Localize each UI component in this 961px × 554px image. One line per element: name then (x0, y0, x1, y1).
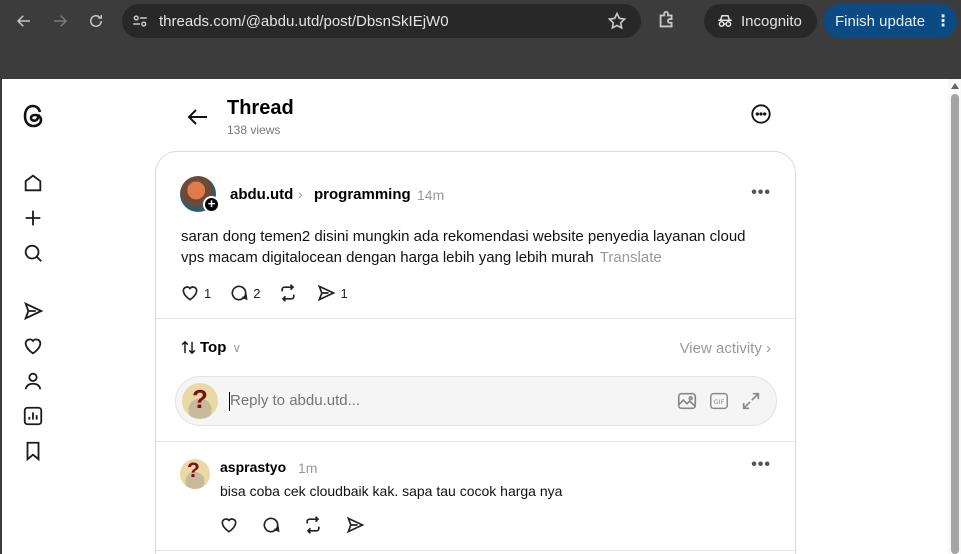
view-count: 138 views (227, 123, 281, 137)
send-icon (318, 284, 336, 302)
avatar-question-icon: ? (187, 459, 200, 482)
page-title: Thread (227, 97, 294, 119)
profile-icon[interactable] (22, 370, 46, 394)
divider (156, 550, 795, 551)
share-button[interactable]: 1 (316, 283, 348, 303)
sort-label: Top (200, 339, 227, 356)
back-arrow-icon[interactable] (186, 105, 210, 129)
insights-chart-icon[interactable] (22, 405, 46, 429)
comment-username[interactable]: asprastyo (220, 459, 286, 475)
incognito-label: Incognito (741, 12, 802, 30)
heart-icon[interactable] (22, 335, 46, 359)
finish-update-button[interactable]: Finish update ⋮ (823, 4, 957, 38)
chevron-right-icon: › (766, 340, 771, 357)
site-settings-icon[interactable] (131, 12, 149, 30)
scrollbar[interactable] (948, 79, 961, 554)
divider (156, 441, 795, 442)
reload-icon[interactable] (83, 8, 109, 34)
browser-chrome: threads.com/@abdu.utd/post/DbsnSkIEjW0 I… (0, 0, 961, 79)
post-topic[interactable]: programming (314, 186, 411, 203)
send-icon[interactable] (22, 300, 46, 324)
incognito-icon (718, 15, 732, 27)
sort-arrows-icon (181, 340, 196, 355)
create-plus-icon[interactable] (22, 207, 46, 231)
comment-icon[interactable] (261, 515, 281, 535)
bookmark-icon[interactable] (22, 440, 46, 464)
avatar-question-icon: ? (192, 384, 208, 414)
left-nav-rail (2, 79, 68, 554)
incognito-button[interactable]: Incognito (704, 4, 817, 38)
share-count: 1 (340, 285, 348, 301)
thread-header: Thread 138 views (172, 93, 792, 143)
divider (156, 318, 795, 319)
scroll-thumb[interactable] (951, 94, 959, 554)
home-icon[interactable] (22, 172, 46, 196)
post-time[interactable]: 14m (417, 187, 444, 203)
reply-input[interactable] (230, 392, 650, 409)
browser-toolbar: threads.com/@abdu.utd/post/DbsnSkIEjW0 I… (0, 0, 961, 42)
extensions-puzzle-icon[interactable] (656, 9, 678, 31)
finish-update-label: Finish update (835, 12, 926, 30)
reply-composer[interactable]: ? GIF (175, 376, 777, 426)
url-text[interactable]: threads.com/@abdu.utd/post/DbsnSkIEjW0 (159, 13, 449, 30)
gif-icon[interactable]: GIF (708, 390, 730, 412)
translate-link[interactable]: Translate (600, 249, 662, 266)
comment-text: bisa coba cek cloudbaik kak. sapa tau co… (220, 483, 563, 499)
post-actions: 1 2 1 (180, 282, 366, 304)
chevron-right-icon: › (298, 186, 303, 202)
bookmark-star-icon[interactable] (607, 11, 627, 31)
follow-plus-icon[interactable]: + (203, 196, 220, 213)
browser-menu-icon[interactable]: ⋮ (935, 11, 951, 31)
threads-page: Thread 138 views + abdu.utd › programmin… (2, 79, 961, 554)
avatar[interactable]: ? (180, 459, 210, 489)
scroll-up-arrow-icon[interactable] (951, 83, 959, 89)
like-button[interactable]: 1 (180, 283, 211, 303)
image-icon[interactable] (676, 390, 698, 412)
svg-text:GIF: GIF (714, 398, 725, 406)
comment-more-icon[interactable]: ••• (751, 456, 771, 474)
repost-icon[interactable] (303, 515, 323, 535)
comment-actions (219, 515, 365, 535)
search-icon[interactable] (22, 242, 46, 266)
thread-card: + abdu.utd › programming 14m ••• saran d… (155, 151, 796, 554)
avatar: ? (182, 383, 218, 419)
comment-time[interactable]: 1m (298, 460, 317, 476)
chevron-down-icon: ∨ (232, 340, 242, 355)
expand-icon[interactable] (740, 390, 762, 412)
more-options-icon[interactable] (750, 103, 772, 125)
post-text: saran dong temen2 disini mungkin ada rek… (181, 226, 771, 268)
repost-icon (281, 284, 296, 302)
like-count: 1 (204, 285, 212, 301)
heart-icon[interactable] (219, 515, 239, 535)
sort-dropdown[interactable]: Top ∨ (180, 339, 241, 356)
send-icon[interactable] (345, 515, 365, 535)
repost-button[interactable] (278, 283, 298, 303)
post-username[interactable]: abdu.utd (230, 186, 293, 203)
reply-count: 2 (253, 285, 261, 301)
view-activity-link[interactable]: View activity › (680, 340, 771, 357)
reply-button[interactable]: 2 (229, 283, 260, 303)
forward-arrow-icon[interactable] (47, 8, 73, 34)
back-arrow-icon[interactable] (11, 8, 37, 34)
view-activity-label: View activity (679, 340, 762, 357)
address-bar[interactable]: threads.com/@abdu.utd/post/DbsnSkIEjW0 (122, 4, 641, 38)
heart-icon (182, 286, 198, 301)
threads-logo-icon[interactable] (22, 103, 48, 131)
comment-icon (231, 285, 248, 301)
post-more-icon[interactable]: ••• (751, 184, 771, 202)
